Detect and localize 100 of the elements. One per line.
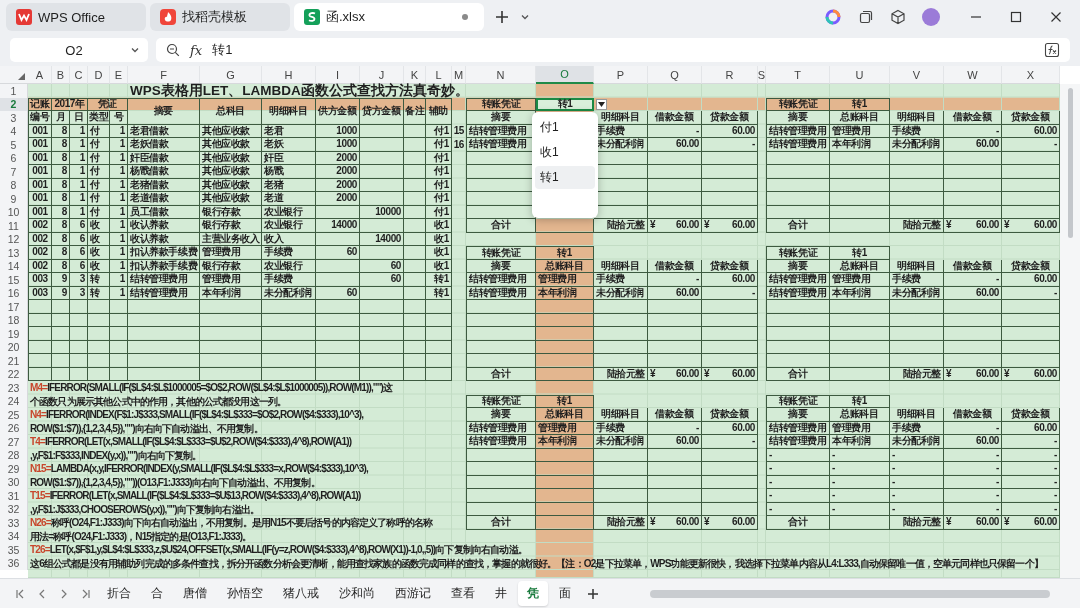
sheet-tab[interactable]: 唐僧 — [174, 581, 216, 606]
row-header[interactable]: 31 — [0, 489, 28, 503]
row-header[interactable]: 35 — [0, 543, 28, 557]
column-header[interactable]: X — [1002, 66, 1060, 84]
column-header[interactable]: R — [702, 66, 758, 84]
row-header[interactable]: 27 — [0, 435, 28, 449]
column-header[interactable]: G — [200, 66, 262, 84]
column-header[interactable]: C — [70, 66, 88, 84]
table-cell: 8 — [52, 246, 70, 260]
table-cell: 1 — [110, 232, 128, 246]
amount-value: 60.00 — [731, 367, 755, 380]
table-cell: 002 — [28, 246, 52, 260]
column-header[interactable]: M — [452, 66, 466, 84]
row-header[interactable]: 9 — [0, 192, 28, 206]
column-header[interactable]: P — [594, 66, 648, 84]
table-cell: 付 — [88, 205, 110, 219]
sheet-tab[interactable]: 西游记 — [386, 581, 440, 606]
table-cell: 2000 — [316, 178, 360, 192]
dropdown-option[interactable]: 收1 — [535, 141, 595, 164]
table-cell: 8 — [52, 205, 70, 219]
header-cell: 明细科目 — [594, 408, 648, 422]
app-tab[interactable]: WPS Office — [6, 3, 146, 31]
table-cell: 8 — [52, 138, 70, 152]
table-cell: 结转管理费用 — [766, 286, 830, 300]
sheet-tab[interactable]: 孙悟空 — [218, 581, 272, 606]
table-cell: 老君借款 — [128, 124, 200, 138]
table-cell: 1 — [110, 205, 128, 219]
table-cell: 1 — [70, 124, 88, 138]
row-header[interactable]: 23 — [0, 381, 28, 395]
formula-note: T26=LET(x,$F$1,y,$L$4:$L$333,z,$U$24,OFFSET(x,SMALL(IF(y=z,ROW($4:$333),4^8),ROW(X1))-1,0,,5))向下复制向右自动溢。 — [29, 543, 528, 557]
row-header[interactable]: 15 — [0, 273, 28, 287]
table-cell: 管理费用 — [536, 421, 594, 435]
table-cell: 银行存款 — [200, 205, 262, 219]
column-header[interactable]: E — [110, 66, 128, 84]
table-cell: 本年利润 — [536, 286, 594, 300]
row-header[interactable]: 29 — [0, 462, 28, 476]
dropdown-option[interactable]: 付1 — [535, 116, 595, 139]
table-cell: 农业银行 — [262, 259, 316, 273]
table-cell: 本年利润 — [200, 286, 262, 300]
column-header[interactable]: Q — [648, 66, 702, 84]
sheet-tab[interactable]: 查看 — [442, 581, 484, 606]
column-header[interactable]: I — [316, 66, 360, 84]
table-cell: 002 — [28, 232, 52, 246]
row-header[interactable]: 7 — [0, 165, 28, 179]
row-header[interactable]: 3 — [0, 111, 28, 125]
column-header[interactable]: N — [466, 66, 536, 84]
row-header[interactable]: 13 — [0, 246, 28, 260]
sheet-tab[interactable]: 合 — [142, 581, 172, 606]
column-header[interactable]: U — [830, 66, 890, 84]
row-header[interactable]: 11 — [0, 219, 28, 233]
table-cell: - — [1002, 502, 1060, 516]
sheet-tab[interactable]: 井 — [486, 581, 516, 606]
formula-note: T4=IFERROR(LET(x,SMALL(IF($L$4:$L$333=$U$2,ROW($4:$333),4^8),ROW(A1)) — [29, 435, 353, 449]
table-cell: 1 — [110, 151, 128, 165]
table-cell: 6 — [70, 232, 88, 246]
table-cell: 3 — [70, 273, 88, 287]
table-cell: 未分配利润 — [262, 286, 316, 300]
table-cell: 1 — [110, 259, 128, 273]
column-header[interactable]: V — [890, 66, 944, 84]
sheet-tab[interactable]: 猪八戒 — [274, 581, 328, 606]
table-cell: 老道 — [262, 192, 316, 206]
dropdown-option[interactable]: 转1 — [535, 166, 595, 189]
table-cell: - — [944, 421, 1002, 435]
column-header[interactable]: B — [52, 66, 70, 84]
sheet-tab[interactable]: 凭 — [518, 581, 548, 606]
currency-symbol: ¥ — [946, 367, 952, 380]
table-cell: - — [1002, 435, 1060, 449]
row-header[interactable]: 1 — [0, 84, 28, 98]
header-cell: 总科目 — [200, 97, 262, 125]
formula-note: ROW($1:$7)),{1,2,3,4,5}),"")向右向下自动溢出、不用复制。 — [29, 421, 264, 435]
row-header[interactable]: 19 — [0, 327, 28, 341]
column-header[interactable]: W — [944, 66, 1002, 84]
column-header[interactable]: K — [404, 66, 426, 84]
row-header[interactable]: 25 — [0, 408, 28, 422]
row-header[interactable]: 17 — [0, 300, 28, 314]
table-cell: 收认养款 — [128, 219, 200, 233]
amount-value: 60.00 — [731, 219, 755, 232]
row-header[interactable]: 5 — [0, 138, 28, 152]
table-cell: 1 — [110, 286, 128, 300]
header-cell: 总账科目 — [830, 111, 890, 125]
column-header[interactable]: O — [536, 66, 594, 84]
row-header[interactable]: 33 — [0, 516, 28, 530]
table-cell: 8 — [52, 259, 70, 273]
name-box[interactable]: O2 — [10, 38, 148, 62]
column-header[interactable]: A — [28, 66, 52, 84]
column-header[interactable]: J — [360, 66, 404, 84]
sheet-tab[interactable]: 沙和尚 — [330, 581, 384, 606]
sheet-tab[interactable]: 折合 — [98, 581, 140, 606]
header-cell: 类型 — [88, 111, 110, 125]
app-tab[interactable]: 函.xlsx — [294, 3, 484, 31]
column-header[interactable]: F — [128, 66, 200, 84]
app-tab[interactable]: 找稻壳模板 — [150, 3, 290, 31]
column-header[interactable]: H — [262, 66, 316, 84]
row-header[interactable]: 21 — [0, 354, 28, 368]
column-header[interactable]: T — [766, 66, 830, 84]
table-cell: - — [890, 462, 944, 476]
column-header[interactable]: D — [88, 66, 110, 84]
formula-field[interactable]: fx 转1 — [156, 38, 1070, 62]
column-header[interactable]: L — [426, 66, 452, 84]
sheet-tab[interactable]: 面 — [550, 581, 580, 606]
